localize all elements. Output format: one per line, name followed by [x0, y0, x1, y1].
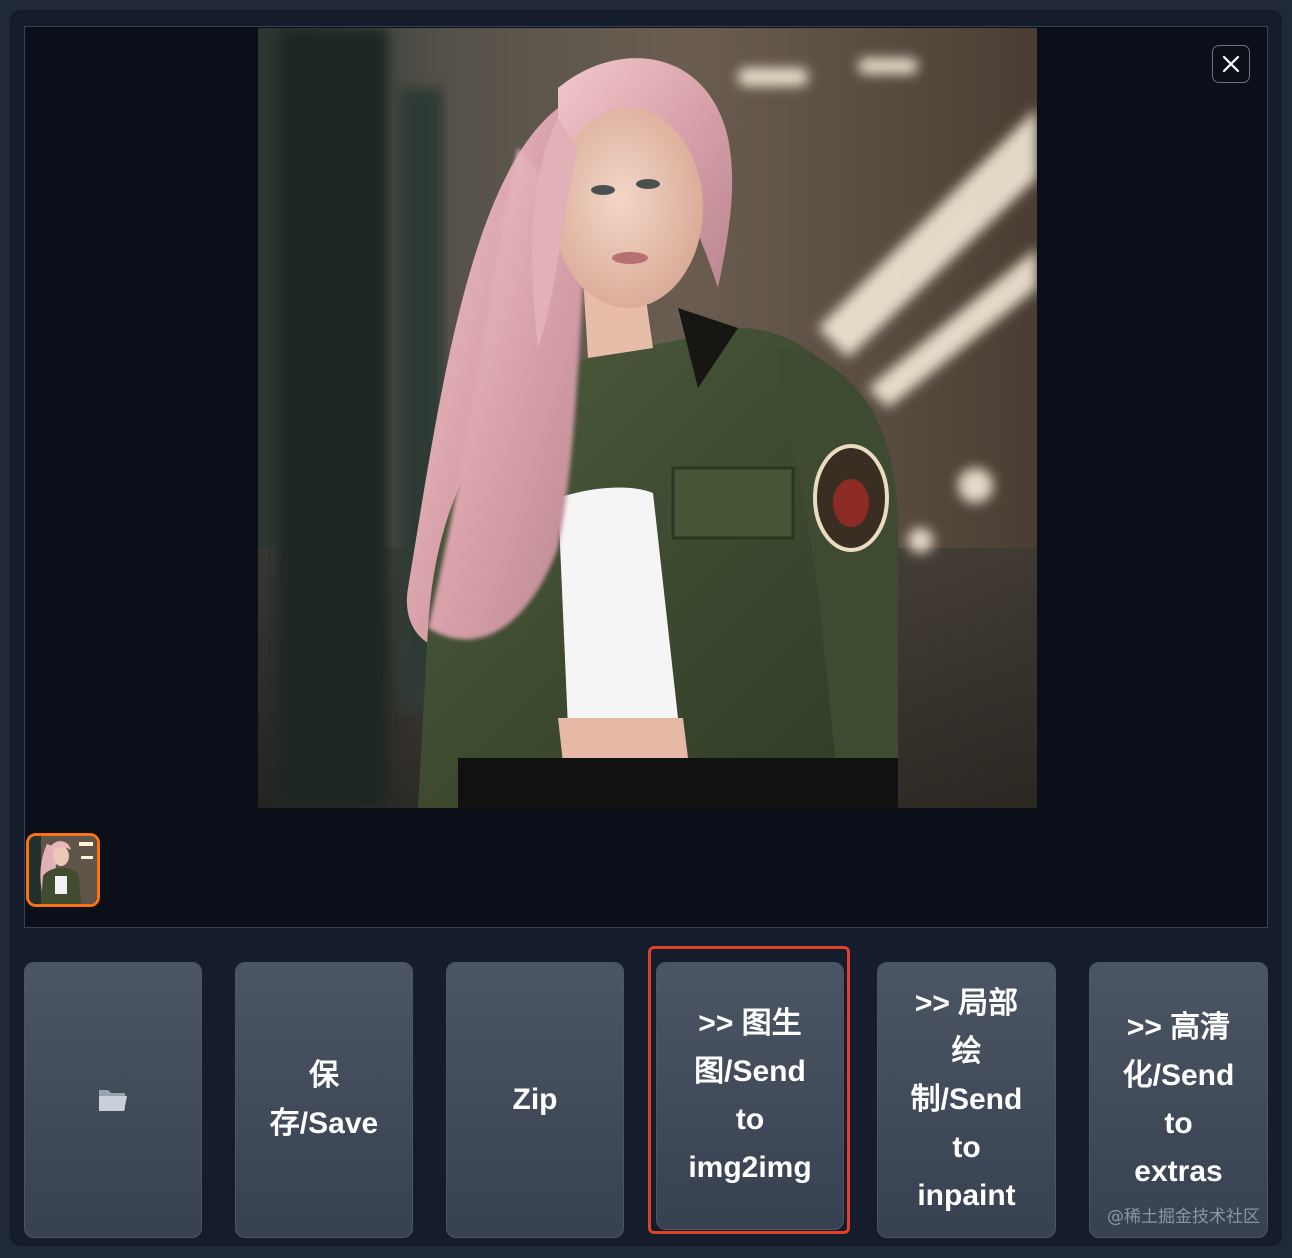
- save-button[interactable]: 保 存/Save: [235, 962, 413, 1238]
- folder-icon: [99, 1090, 127, 1111]
- watermark: @稀土掘金技术社区: [1107, 1207, 1260, 1227]
- zip-button[interactable]: Zip: [446, 962, 624, 1238]
- close-icon: [1222, 55, 1240, 73]
- send-to-extras-button[interactable]: >> 高清 化/Send to extras: [1089, 962, 1268, 1238]
- generated-image[interactable]: [258, 28, 1037, 808]
- zip-button-label: Zip: [512, 1083, 558, 1116]
- close-button[interactable]: [1212, 45, 1250, 83]
- send-to-inpaint-label: >> 局部 绘 制/Send to inpaint: [910, 987, 1023, 1212]
- send-to-img2img-label: >> 图生 图/Send to img2img: [688, 1007, 812, 1184]
- send-to-extras-label: >> 高清 化/Send to extras: [1122, 1011, 1235, 1188]
- open-folder-button[interactable]: [24, 962, 202, 1238]
- send-to-inpaint-button[interactable]: >> 局部 绘 制/Send to inpaint: [877, 962, 1056, 1238]
- gallery-thumbnail[interactable]: [26, 833, 100, 907]
- save-button-label: 保 存/Save: [269, 1059, 379, 1140]
- image-gallery: [24, 26, 1268, 928]
- send-to-img2img-button[interactable]: >> 图生 图/Send to img2img: [656, 962, 844, 1230]
